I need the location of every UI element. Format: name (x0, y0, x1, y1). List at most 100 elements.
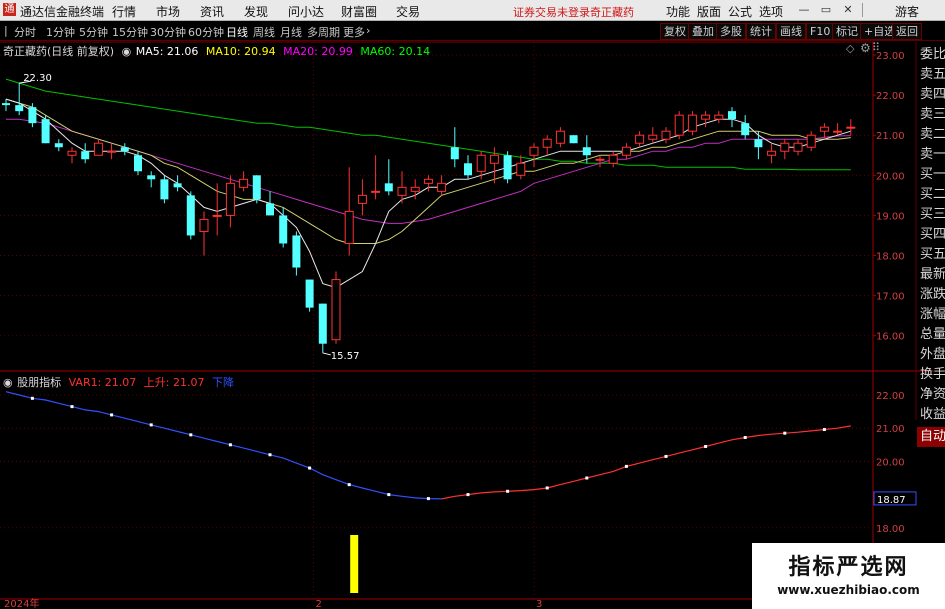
candle-body-down (464, 163, 472, 176)
candle-body-up (371, 190, 381, 193)
candle-body-down (2, 103, 10, 106)
candle-body-up (846, 126, 856, 129)
candle-body-down (186, 195, 195, 236)
sidebar-item-volume[interactable]: 总量 (917, 325, 945, 345)
candle-body-up (239, 178, 249, 188)
sub-tick-label: 21.00 (876, 424, 905, 435)
down-label: 下降 (212, 376, 234, 389)
price-axis: 23.00 22.00 21.00 20.00 19.00 18.00 17.00 16.00… (19, 51, 905, 535)
candle-body-down (754, 139, 763, 148)
sidebar-item-latest[interactable]: 最新 (917, 265, 945, 285)
chart-title: 奇正藏药(日线 前复权) (3, 45, 115, 58)
candle-body-up (344, 210, 354, 244)
var1-marker (704, 444, 708, 448)
diamond-icon[interactable]: ◇ (846, 42, 854, 55)
sidebar-item-turnover[interactable]: 换手 (917, 365, 945, 385)
sidebar-item-change[interactable]: 涨跌 (917, 285, 945, 305)
main-legend: 奇正藏药(日线 前复权) ◉ MA5: 21.06 MA10: 20.94 MA… (3, 43, 434, 59)
candle-body-up (635, 134, 645, 144)
signal-bar (350, 535, 359, 593)
sidebar-item-buy3[interactable]: 买三 (917, 205, 945, 225)
ma-settings-icon[interactable]: ◉ (122, 45, 132, 58)
date-label-2024: 2024年 (4, 597, 39, 609)
high-price-label: 22.30 (23, 73, 52, 84)
sidebar-item-buy5[interactable]: 买五 (917, 245, 945, 265)
ma20-label: MA20: 20.99 (283, 45, 353, 58)
ma60-polyline (5, 78, 851, 171)
var1-marker (70, 405, 74, 409)
sub-legend: ◉ 股朋指标 VAR1: 21.07 上升: 21.07 下降 (3, 374, 238, 390)
var1-marker (585, 476, 589, 480)
price-tick-label: 22.00 (876, 91, 905, 102)
candle-body-up (212, 214, 222, 217)
var1-up-line (441, 425, 851, 500)
sidebar-item-buy4[interactable]: 买四 (917, 225, 945, 245)
sidebar-item-sell3[interactable]: 卖三 (917, 105, 945, 125)
candle-body-up (410, 186, 420, 192)
var1-marker (30, 396, 34, 400)
candle-body-down (318, 303, 327, 344)
dots-icon[interactable]: ⠿ (872, 41, 880, 54)
var1-marker (228, 443, 232, 447)
ma5-line (5, 98, 851, 289)
candle-body-down (292, 235, 301, 268)
price-tick-label: 18.00 (876, 252, 905, 263)
candle-body-down (160, 179, 169, 200)
kline-chart[interactable]: 23.00 22.00 21.00 20.00 19.00 18.00 17.00 16.00… (0, 0, 945, 609)
indicator-toggle-icon[interactable]: ◉ (3, 376, 13, 389)
ma60-label: MA60: 20.14 (360, 45, 431, 58)
candle-body-up (819, 126, 829, 132)
var1-marker (545, 486, 549, 490)
sidebar-item-sell5[interactable]: 卖五 (917, 65, 945, 85)
sidebar-item-sell4[interactable]: 卖四 (917, 85, 945, 105)
candle-body-up (107, 150, 117, 153)
candle-body-down (81, 151, 90, 160)
sub-tick-label: 20.00 (876, 457, 905, 468)
watermark-banner: 指标严选网 www.xuezhibiao.com (752, 543, 945, 609)
sidebar-item-net-assets[interactable]: 净资 (917, 385, 945, 405)
ma10-label: MA10: 20.94 (205, 45, 276, 58)
candle-body-up (780, 142, 790, 152)
sidebar-item-change-pct[interactable]: 涨幅 (917, 305, 945, 325)
var1-marker (426, 497, 430, 501)
sidebar-item-earnings[interactable]: 收益 (917, 405, 945, 425)
auto-button[interactable]: 自动 (917, 427, 945, 447)
sidebar-item-sell1[interactable]: 卖一 (917, 145, 945, 165)
low-pointer (322, 352, 331, 356)
candle-body-down (28, 107, 37, 124)
candle-body-up (608, 154, 618, 164)
candle-body-up (199, 218, 209, 232)
indicator-title: 股朋指标 (17, 376, 62, 389)
var1-marker (268, 453, 272, 457)
candle-body-up (437, 182, 447, 192)
sub-tick-label: 18.00 (876, 524, 905, 535)
sidebar-item-weibi[interactable]: 委比 (917, 45, 945, 65)
candle-body-down (120, 147, 129, 152)
settings-gear-icon[interactable]: ⚙ (860, 41, 871, 55)
candle-body-up (661, 130, 671, 140)
candle-body-down (741, 123, 750, 136)
candle-body-down (252, 175, 261, 200)
sidebar-item-buy2[interactable]: 买二 (917, 185, 945, 205)
candle-body-down (450, 147, 459, 160)
candle-body-down (569, 135, 578, 144)
quote-sidebar: 委比 卖五 卖四 卖三 卖二 卖一 买一 买二 买三 买四 买五 最新 涨跌 涨… (917, 45, 945, 447)
ma5-label: MA5: 21.06 (135, 45, 199, 58)
price-tick-label: 16.00 (876, 332, 905, 343)
up-label: 上升: 21.07 (143, 376, 205, 389)
var1-marker (347, 483, 351, 487)
watermark-url: www.xuezhibiao.com (777, 583, 920, 597)
var1-marker (189, 433, 193, 437)
candle-body-up (833, 130, 843, 133)
sub-tick-label: 22.00 (876, 391, 905, 402)
price-tick-label: 23.00 (876, 51, 905, 62)
candle-body-down (134, 155, 142, 172)
sidebar-item-sell2[interactable]: 卖二 (917, 125, 945, 145)
candle-body-down (147, 175, 156, 180)
ma10-polyline (5, 98, 851, 244)
candle-body-up (767, 150, 777, 156)
date-label-feb: 2 (316, 599, 322, 609)
sidebar-item-buy1[interactable]: 买一 (917, 165, 945, 185)
sidebar-item-outer[interactable]: 外盘 (917, 345, 945, 365)
candle-body-up (806, 134, 816, 148)
